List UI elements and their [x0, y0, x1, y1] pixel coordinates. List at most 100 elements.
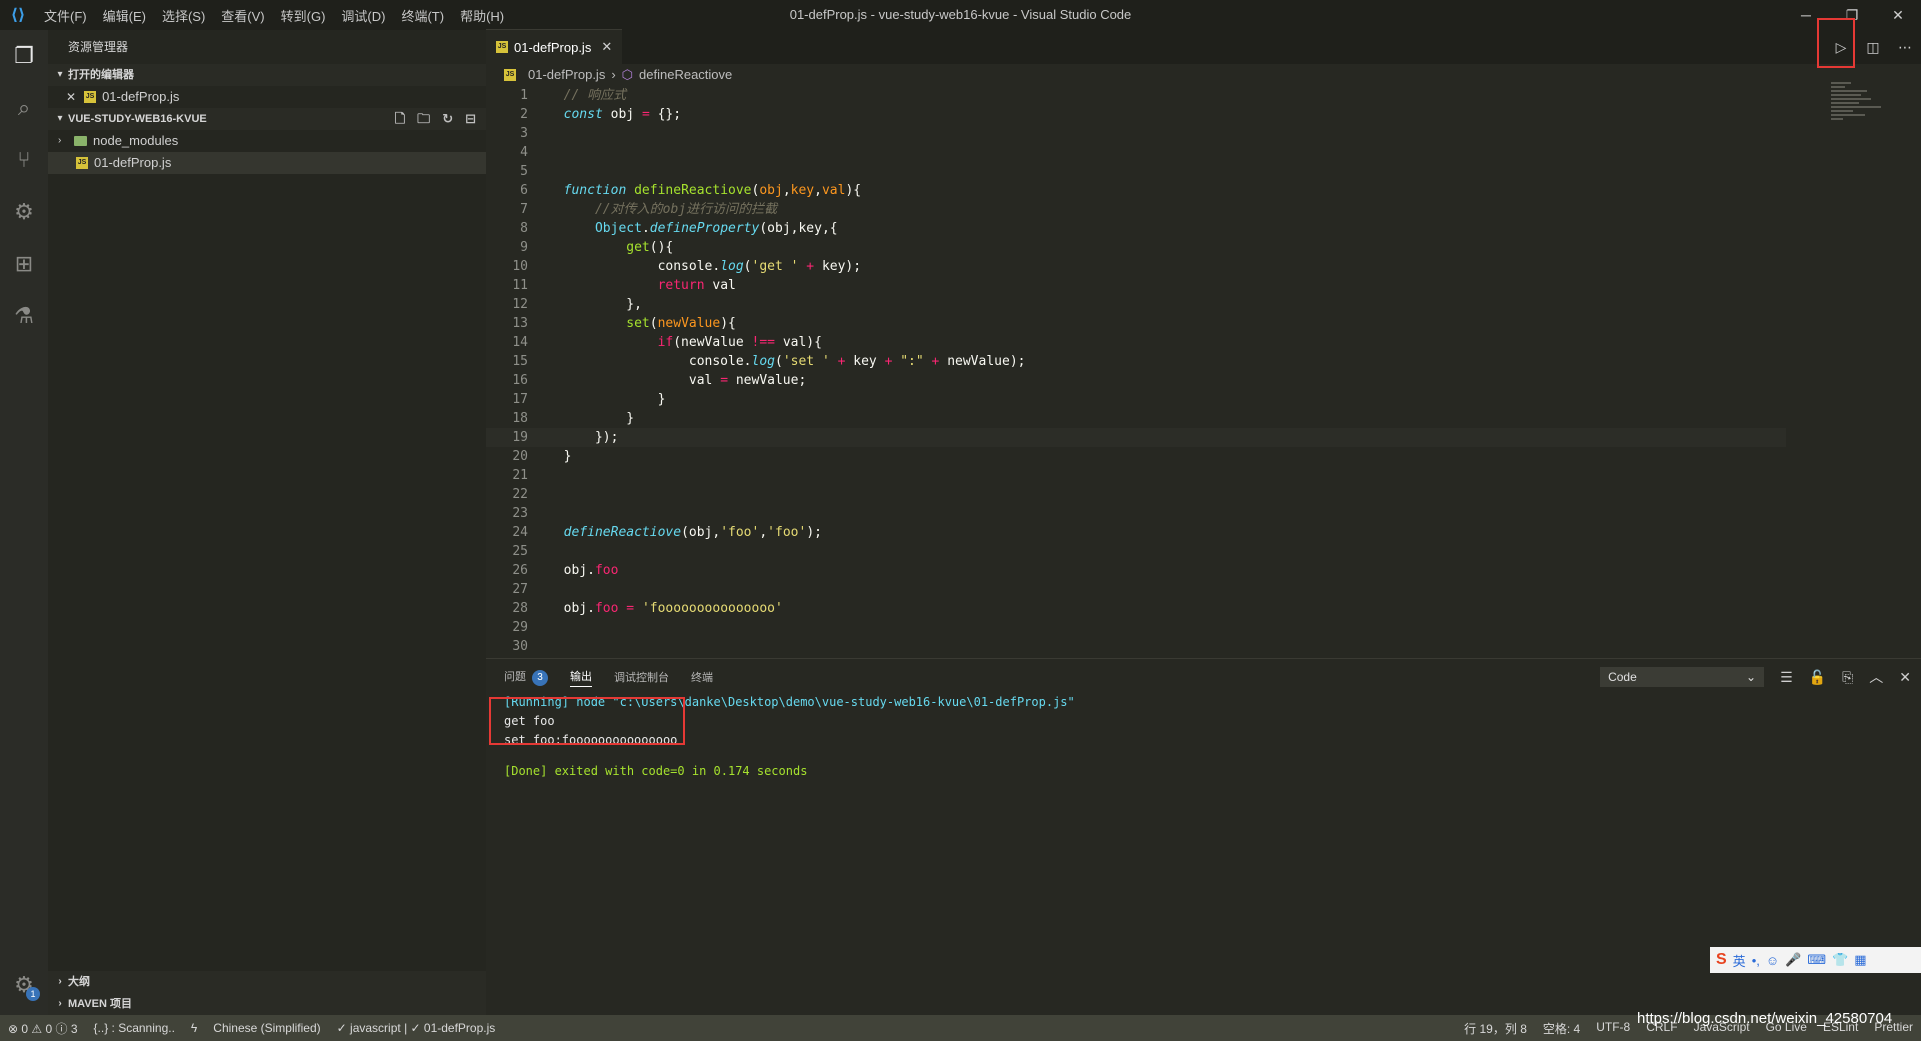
chevron-down-icon: ▾	[57, 69, 63, 80]
output-line: [Done] exited with code=0 in 0.174 secon…	[504, 764, 808, 778]
tab-terminal[interactable]: 终端	[691, 669, 713, 685]
tree-item-node-modules[interactable]: › node_modules	[48, 130, 486, 152]
debug-icon[interactable]: ⚙	[0, 186, 48, 238]
refresh-icon[interactable]: ↻	[442, 108, 453, 130]
emoji-icon[interactable]: ☺	[1766, 953, 1779, 968]
chevron-down-icon: ▾	[57, 113, 63, 124]
output-panel: 问题 3 输出 调试控制台 终端 Code ⌄ ☰ 🔓 ⎘ ︿ ✕ [Running…	[486, 658, 1921, 1016]
tab-debug-console[interactable]: 调试控制台	[614, 669, 669, 685]
breadcrumb: JS 01-defProp.js › ⬡ defineReactiove	[486, 64, 1921, 86]
new-folder-icon[interactable]: 🗀	[417, 108, 430, 130]
indentation[interactable]: 空格: 4	[1535, 1020, 1588, 1037]
settings-gear-icon[interactable]: ⚙ 1	[0, 965, 48, 1005]
punctuation-icon[interactable]: •,	[1752, 953, 1760, 968]
output-channel-select[interactable]: Code ⌄	[1600, 667, 1765, 687]
keyboard-icon[interactable]: ⌨	[1807, 952, 1826, 968]
cursor-position[interactable]: 行 19，列 8	[1456, 1020, 1535, 1037]
chevron-down-icon: ⌄	[1746, 670, 1757, 684]
channel-value: Code	[1608, 670, 1637, 684]
more-actions-icon[interactable]: ⋯	[1889, 39, 1921, 56]
js-file-icon: JS	[84, 91, 97, 103]
minimap[interactable]	[1831, 80, 1901, 160]
js-file-icon: JS	[496, 41, 508, 53]
skin-icon[interactable]: 👕	[1832, 952, 1848, 968]
close-tab-icon[interactable]: ✕	[601, 39, 612, 55]
menu-bar: 文件(F) 编辑(E) 选择(S) 查看(V) 转到(G) 调试(D) 终端(T…	[36, 6, 512, 25]
source-control-icon[interactable]: ⑂	[0, 134, 48, 186]
chevron-right-icon: ›	[58, 998, 62, 1009]
problems-status[interactable]: ⊗ 0 ⚠ 0 ⓘ 3	[0, 1020, 86, 1037]
problems-count-badge: 3	[532, 670, 548, 686]
breadcrumb-symbol[interactable]: defineReactiove	[639, 64, 732, 86]
project-section[interactable]: ▾ VUE-STUDY-WEB16-KVUE 🗋 🗀 ↻ ⊟	[48, 108, 486, 130]
menu-debug[interactable]: 调试(D)	[333, 6, 393, 25]
open-editors-section[interactable]: ▾ 打开的编辑器	[48, 64, 486, 86]
menu-terminal[interactable]: 终端(T)	[393, 6, 452, 25]
chevron-right-icon: ›	[58, 976, 62, 987]
tab-problems-label: 问题	[504, 671, 526, 683]
folder-icon	[74, 136, 87, 146]
sidebar-title: 资源管理器	[68, 40, 129, 54]
split-editor-icon[interactable]: ◫	[1857, 39, 1889, 56]
close-icon[interactable]: ✕	[66, 86, 76, 108]
search-icon[interactable]: ⌕	[0, 82, 48, 134]
settings-badge: 1	[26, 987, 40, 1001]
js-file-icon: JS	[504, 69, 516, 81]
lint-checks-status[interactable]: ✓ javascript | ✓ 01-defProp.js	[329, 1021, 504, 1035]
close-panel-icon[interactable]: ✕	[1899, 669, 1911, 686]
breadcrumb-file[interactable]: 01-defProp.js	[528, 64, 605, 86]
scanning-status[interactable]: {..} : Scanning..	[86, 1021, 183, 1035]
extensions-icon[interactable]: ⊞	[0, 238, 48, 290]
tree-item-label: node_modules	[93, 133, 179, 148]
menu-file[interactable]: 文件(F)	[36, 6, 95, 25]
tree-item-label: 01-defProp.js	[94, 155, 172, 170]
outline-label: 大纲	[68, 976, 90, 988]
test-flask-icon[interactable]: ⚗	[0, 290, 48, 342]
menu-view[interactable]: 查看(V)	[213, 6, 272, 25]
symbol-method-icon: ⬡	[621, 67, 634, 82]
close-window-button[interactable]: ✕	[1875, 0, 1921, 30]
sogou-logo-icon: S	[1716, 951, 1727, 968]
mic-icon[interactable]: 🎤	[1785, 952, 1801, 968]
tab-label: 01-defProp.js	[514, 39, 592, 55]
outline-section[interactable]: › 大纲	[48, 971, 486, 993]
clear-output-icon[interactable]: ☰	[1780, 669, 1793, 686]
explorer-icon[interactable]: ❐	[0, 30, 48, 82]
grid-icon[interactable]: ▦	[1854, 952, 1866, 968]
lock-scroll-icon[interactable]: 🔓	[1809, 669, 1826, 686]
open-editor-item[interactable]: ✕ JS 01-defProp.js	[48, 86, 486, 108]
chevron-right-icon: ›	[611, 67, 616, 82]
tab-output[interactable]: 输出	[570, 668, 592, 687]
editor-tabs: JS 01-defProp.js ✕	[486, 29, 1921, 64]
highlight-box-output	[489, 697, 685, 745]
tab-defprop[interactable]: JS 01-defProp.js ✕	[486, 29, 623, 64]
menu-goto[interactable]: 转到(G)	[273, 6, 334, 25]
watermark: https://blog.csdn.net/weixin_42580704	[1637, 1010, 1893, 1027]
language-pack-status[interactable]: Chinese (Simplified)	[205, 1021, 328, 1035]
encoding[interactable]: UTF-8	[1588, 1020, 1638, 1037]
maximize-panel-icon[interactable]: ︿	[1869, 667, 1883, 687]
maven-section[interactable]: › MAVEN 项目	[48, 993, 486, 1015]
open-editors-label: 打开的编辑器	[68, 69, 134, 81]
title-bar: ⟨⟩ 文件(F) 编辑(E) 选择(S) 查看(V) 转到(G) 调试(D) 终…	[0, 0, 1921, 30]
activity-bar: ❐ ⌕ ⑂ ⚙ ⊞ ⚗ ⚙ 1	[0, 30, 48, 1015]
menu-selection[interactable]: 选择(S)	[154, 6, 213, 25]
menu-edit[interactable]: 编辑(E)	[95, 6, 154, 25]
lightning-icon[interactable]: ϟ	[183, 1021, 205, 1035]
highlight-box-run	[1817, 18, 1855, 68]
tree-item-defprop[interactable]: JS 01-defProp.js	[48, 152, 486, 174]
ime-toolbar[interactable]: S 英 •, ☺ 🎤 ⌨ 👕 ▦	[1710, 947, 1921, 973]
js-file-icon: JS	[76, 157, 88, 169]
new-file-icon[interactable]: 🗋	[395, 108, 405, 130]
code-editor[interactable]: 1 // 响应式 2 const obj = {}; 3 4 5 6 funct…	[486, 86, 1786, 656]
menu-help[interactable]: 帮助(H)	[452, 6, 512, 25]
vscode-logo-icon: ⟨⟩	[10, 7, 26, 24]
tab-problems[interactable]: 问题 3	[504, 668, 548, 686]
ime-mode[interactable]: 英	[1733, 951, 1746, 970]
editor-area: JS 01-defProp.js ✕ ▷ ◫ ⋯ JS 01-defProp.j…	[486, 18, 1921, 658]
explorer-sidebar: 资源管理器 ▾ 打开的编辑器 ✕ JS 01-defProp.js ▾ VUE-…	[48, 30, 486, 1015]
status-bar: ⊗ 0 ⚠ 0 ⓘ 3 {..} : Scanning.. ϟ Chinese …	[0, 1015, 1921, 1041]
collapse-all-icon[interactable]: ⊟	[465, 108, 476, 130]
copy-icon[interactable]: ⎘	[1842, 669, 1853, 686]
